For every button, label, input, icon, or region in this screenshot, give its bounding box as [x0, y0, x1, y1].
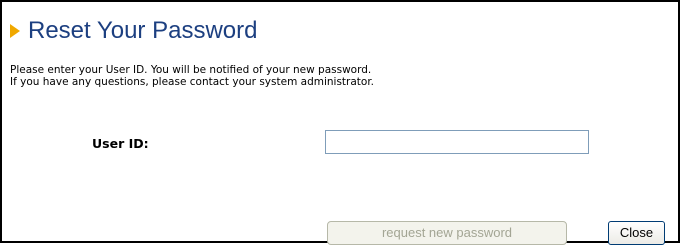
dialog-title: Reset Your Password: [28, 17, 258, 44]
triangle-right-icon: [10, 24, 20, 38]
userid-input[interactable]: [325, 130, 589, 154]
instructions-line-1: Please enter your User ID. You will be n…: [10, 64, 372, 76]
request-new-password-button[interactable]: request new password: [327, 221, 567, 245]
userid-label: User ID:: [92, 136, 149, 151]
close-button[interactable]: Close: [608, 221, 665, 245]
instructions-text: Please enter your User ID. You will be n…: [10, 64, 374, 88]
reset-password-dialog: Reset Your Password Please enter your Us…: [0, 0, 680, 243]
dialog-header: Reset Your Password: [8, 18, 257, 44]
instructions-line-2: If you have any questions, please contac…: [10, 76, 375, 88]
